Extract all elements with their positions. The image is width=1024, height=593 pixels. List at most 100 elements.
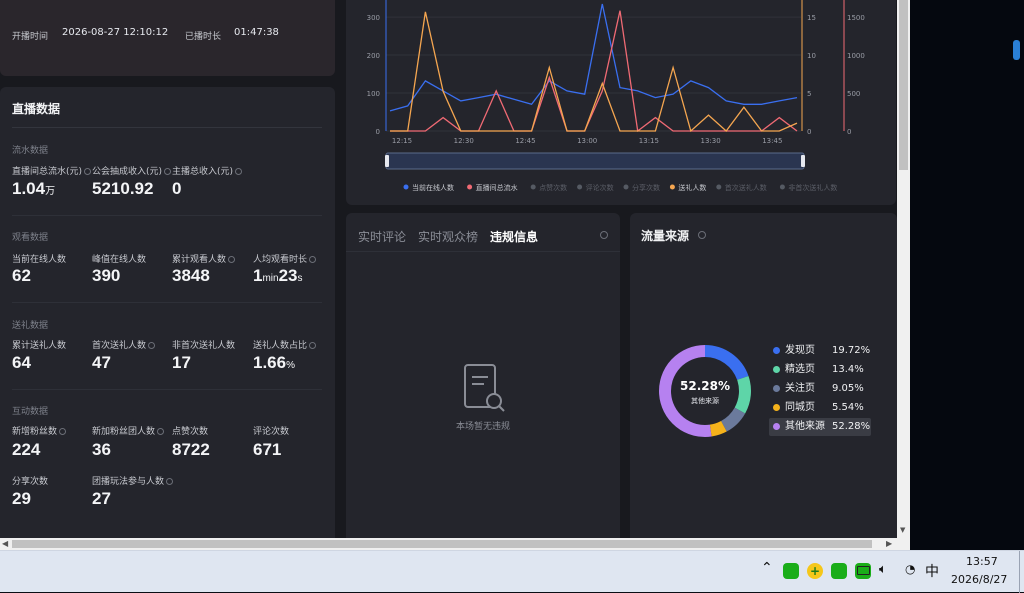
wechat-icon[interactable] [783,563,799,579]
app-tray-icon[interactable]: + [807,563,823,579]
chart-legend-marker [623,184,629,190]
chart-legend-label[interactable]: 非首次送礼人数 [788,183,837,192]
legend-marker [773,403,780,411]
legend-item[interactable]: 同城页 5.54% [773,399,864,417]
series-line-gifters [390,11,798,133]
help-icon[interactable] [309,256,317,263]
y-mid-tick-label: 15 [807,14,816,22]
guild-revenue-value: 5210.92 [92,179,154,198]
new-fanclub-label: 新加粉丝团人数 [92,424,165,437]
chart-legend-label[interactable]: 点赞次数 [539,183,567,192]
help-icon[interactable] [309,342,317,349]
help-icon[interactable] [59,428,67,435]
donut-slice[interactable] [720,407,746,432]
horizontal-scrollbar-thumb[interactable] [12,540,872,548]
show-desktop-divider[interactable] [1019,551,1020,593]
ime-indicator[interactable]: 中 [925,561,939,581]
total-revenue-value: 1.04万 [12,179,56,198]
divider [12,302,322,303]
new-fans-label: 新增粉丝数 [12,424,67,437]
divider [12,127,322,128]
help-icon[interactable] [148,342,156,349]
clock-date[interactable]: 2026/8/27 [951,573,1007,586]
legend-item[interactable]: 精选页 13.4% [773,361,864,379]
chart-legend-label[interactable]: 首次送礼人数 [725,183,767,192]
scroll-left-arrow-icon[interactable]: ◀ [2,539,8,548]
likes-value: 8722 [172,440,210,459]
donut-center-label: 其他来源 [691,397,719,405]
divider [346,251,620,252]
chart-legend-label[interactable]: 分享次数 [632,183,660,192]
chart-legend-label[interactable]: 送礼人数 [678,183,706,192]
y-right-tick-label: 1500 [847,14,865,22]
peak-online-label: 峰值在线人数 [92,255,147,265]
group-play-label: 团播玩法参与人数 [92,474,174,487]
tab-realtime-comments[interactable]: 实时评论 [358,230,406,244]
side-scroll-indicator[interactable] [1013,40,1020,60]
chevron-up-icon[interactable]: ⌃ [761,560,773,576]
chart-legend-label[interactable]: 当前在线人数 [412,183,454,192]
trend-chart-card: 0 0 0 100 5 500 200 10 1000 300 15 1500 12:15 12:30 12… [346,0,896,205]
speaker-icon[interactable]: 🔈︎ [879,562,887,577]
repeat-gifters-value: 17 [172,353,191,372]
avg-watch-value: 1min23s [253,266,303,285]
donut-slice[interactable] [709,420,727,437]
tab-realtime-audience[interactable]: 实时观众榜 [418,230,478,244]
avg-watch-label: 人均观看时长 [253,252,317,265]
gifters-ratio-label: 送礼人数占比 [253,338,317,351]
wifi-icon[interactable]: ◔ [905,562,915,576]
group-play-value: 27 [92,489,111,508]
wechat-icon[interactable] [831,563,847,579]
chart-legend-marker [716,184,722,190]
broadcast-time-card: 开播时间 2026-08-27 12:10:12 已播时长 01:47:38 [0,0,335,76]
trend-chart: 0 0 0 100 5 500 200 10 1000 300 15 1500 12:15 12:30 12… [367,0,865,192]
help-icon[interactable] [698,231,706,239]
duration-label: 已播时长 [185,32,222,42]
help-icon[interactable] [164,168,172,175]
live-stats-title: 直播数据 [12,102,61,116]
x-tick-label: 13:00 [577,137,597,145]
tab-violations[interactable]: 违规信息 [490,230,538,244]
chart-legend-marker [467,184,473,190]
chart-legend-marker [669,184,675,190]
x-tick-label: 12:45 [515,137,535,145]
donut-slice[interactable] [704,345,749,381]
help-icon[interactable] [228,256,236,263]
total-viewers-value: 3848 [172,266,210,285]
likes-label: 点赞次数 [172,427,209,437]
start-time-value: 2026-08-27 12:10:12 [62,27,169,38]
clock-time[interactable]: 13:57 [966,555,998,568]
legend-item-highlighted[interactable]: 其他来源 52.28% [769,418,871,436]
vertical-scrollbar-thumb[interactable] [899,0,908,170]
dashboard: 开播时间 2026-08-27 12:10:12 已播时长 01:47:38 直… [0,0,897,538]
chart-legend-label[interactable]: 直播间总流水 [476,183,518,192]
tabs-card: 实时评论 实时观众榜 违规信息 本场暂无违规 [346,213,620,538]
y-right-tick-label: 1000 [847,52,865,60]
gifts-section-label: 送礼数据 [12,321,49,331]
chart-legend-label[interactable]: 评论次数 [586,183,614,192]
help-icon[interactable] [235,168,243,175]
duration-value: 01:47:38 [234,27,279,38]
current-online-label: 当前在线人数 [12,255,67,265]
viewers-section-label: 观看数据 [12,233,49,243]
traffic-source-title: 流量来源 [641,229,690,243]
host-revenue-value: 0 [172,179,182,198]
document-search-icon [464,364,505,412]
x-tick-label: 13:30 [701,137,721,145]
series-line-revenue [390,10,798,133]
scroll-right-arrow-icon[interactable]: ▶ [886,539,892,548]
legend-item[interactable]: 发现页 19.72% [773,342,870,360]
y-mid-tick-label: 0 [807,128,811,136]
y-right-tick-label: 0 [847,128,851,136]
help-icon[interactable] [166,478,174,485]
shares-value: 29 [12,489,31,508]
x-tick-label: 12:15 [392,137,412,145]
gifters-ratio-value: 1.66% [253,353,295,372]
help-icon[interactable] [157,428,165,435]
legend-item[interactable]: 关注页 9.05% [773,380,864,398]
help-icon[interactable] [600,231,608,239]
help-icon[interactable] [84,168,92,175]
start-time-label: 开播时间 [12,32,49,42]
scroll-down-arrow-icon[interactable]: ▼ [900,526,905,534]
battery-icon[interactable] [857,566,870,575]
